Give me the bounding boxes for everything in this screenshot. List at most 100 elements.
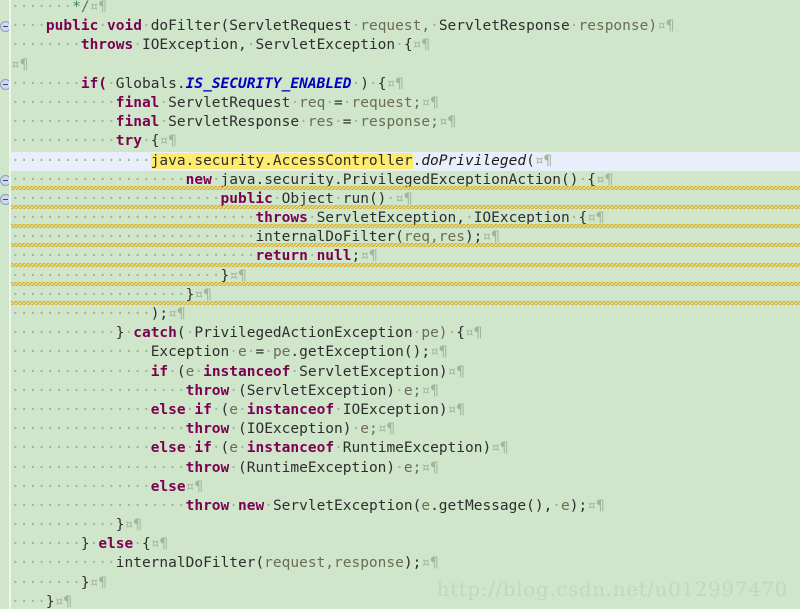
line-end-marker: ¤¶ [194, 286, 212, 303]
code-token: · [168, 363, 177, 380]
code-token: = [334, 94, 343, 111]
indent-whitespace: ············ [11, 114, 116, 131]
code-token: request, [360, 18, 431, 35]
code-line[interactable]: ················else·if·(e·instanceof·Ru… [11, 439, 800, 458]
code-token: if [194, 440, 212, 457]
code-token: · [395, 37, 404, 54]
indent-whitespace: ············ [11, 325, 116, 342]
code-token: ; [351, 248, 361, 265]
indent-whitespace: ············ [11, 133, 116, 150]
code-token: req [299, 94, 326, 111]
code-line[interactable]: ····public·void·doFilter(ServletRequest·… [11, 17, 800, 36]
code-token: e [238, 344, 247, 361]
code-line[interactable]: ························public·Object·ru… [0, 190, 800, 210]
code-token: · [141, 18, 151, 35]
code-line[interactable]: ····························throws·Servl… [0, 209, 800, 229]
code-token: ); [403, 555, 422, 572]
line-end-marker: ¤¶ [124, 517, 142, 534]
code-line[interactable]: ············final·ServletResponse·res·=·… [11, 113, 800, 132]
code-line[interactable]: ········if(·Globals.IS_SECURITY_ENABLED·… [11, 75, 800, 94]
code-line[interactable]: ············try·{¤¶ [11, 132, 800, 151]
code-line[interactable]: ········throws·IOException,·ServletExcep… [11, 36, 800, 55]
code-token: IOException [473, 210, 570, 227]
line-end-marker: ¤¶ [482, 229, 500, 246]
code-token: · [430, 18, 439, 35]
code-token: void [107, 18, 142, 35]
code-line[interactable]: ····························internalDoFi… [0, 228, 800, 248]
indent-whitespace: ························ [11, 267, 221, 284]
code-line[interactable]: ················java.security.AccessCont… [0, 151, 800, 171]
indent-whitespace: ················ [11, 344, 151, 361]
code-line[interactable]: ················else¤¶ [11, 478, 800, 497]
code-line[interactable]: ····························return·null;… [0, 247, 800, 267]
code-line[interactable]: ························}¤¶ [0, 267, 800, 286]
code-token: throw [185, 497, 230, 514]
code-line[interactable]: ····················throw·(IOException)·… [11, 420, 800, 439]
code-token: · [334, 440, 343, 457]
code-token: final [115, 114, 160, 131]
code-token: request; [351, 94, 422, 111]
code-token: · [386, 190, 396, 207]
code-token: · [307, 210, 317, 227]
line-end-marker: ¤¶ [421, 94, 439, 111]
code-token: { [587, 171, 596, 188]
line-end-marker: ¤¶ [386, 75, 404, 92]
code-token: response; [360, 114, 439, 131]
code-token: ServletException, [316, 210, 465, 227]
code-token: · [211, 440, 221, 457]
code-line[interactable]: ········}·else·{¤¶ [11, 535, 800, 554]
code-token: ( [176, 325, 186, 342]
code-token: throws [80, 37, 134, 54]
code-editor[interactable]: ·······*/¤¶ ····public·void·doFilter(Serv… [0, 0, 800, 609]
code-token: · [229, 344, 238, 361]
code-line[interactable]: ············final·ServletRequest·req·=·r… [11, 94, 800, 113]
code-token: } [220, 267, 230, 284]
line-end-marker: ¤¶ [168, 306, 186, 322]
code-token: pe [272, 344, 291, 361]
code-area[interactable]: ·······*/¤¶ ····public·void·doFilter(Serv… [0, 0, 800, 609]
code-token: e [421, 497, 431, 514]
code-token: req,res [403, 229, 465, 246]
code-token: ); [464, 229, 483, 246]
code-token: · [395, 382, 404, 399]
code-line[interactable]: ·······*/¤¶ [11, 0, 800, 17]
code-line[interactable]: ····················throw·(RuntimeExcept… [11, 459, 800, 478]
code-token: · [159, 94, 169, 111]
code-line[interactable]: ············internalDoFilter(request,res… [11, 554, 800, 573]
code-line[interactable]: ················else·if·(e·instanceof·IO… [11, 401, 800, 420]
code-token: · [447, 325, 457, 342]
code-token: throw [185, 421, 230, 438]
fold-gutter[interactable] [0, 0, 11, 609]
code-token: IOException) [342, 401, 448, 418]
code-token: · [368, 75, 378, 92]
code-line[interactable]: ····················}¤¶ [0, 286, 800, 305]
code-line[interactable]: ················if·(e·instanceof·Servlet… [11, 363, 800, 382]
code-token: e; [403, 382, 422, 399]
code-line[interactable]: ············}·catch(·PrivilegedActionExc… [11, 324, 800, 343]
code-line[interactable]: ····················new·java.security.Pr… [0, 171, 800, 190]
indent-whitespace: ···························· [11, 229, 256, 246]
code-line[interactable]: ····················throw·new·ServletExc… [11, 497, 800, 516]
indent-whitespace: ················ [11, 152, 151, 169]
line-end-marker: ¤¶ [89, 0, 108, 15]
code-line[interactable]: ············}¤¶ [11, 516, 800, 535]
code-token: · [159, 114, 169, 131]
code-token: · [133, 37, 142, 54]
code-line[interactable]: ····················throw·(ServletExcept… [11, 382, 800, 401]
code-token: PrivilegedActionException [194, 325, 413, 342]
code-token: .getMessage(), [430, 497, 553, 514]
code-line[interactable]: ················Exception·e·=·pe.getExce… [11, 343, 800, 362]
code-line[interactable]: ················);¤¶ [11, 305, 800, 324]
code-token: public [220, 190, 273, 207]
code-token: } [45, 593, 55, 609]
code-token: final [115, 94, 160, 111]
indent-whitespace: ········ [11, 37, 81, 54]
line-end-marker: ¤¶ [412, 37, 431, 54]
code-token: doFilter(ServletRequest [150, 18, 352, 35]
line-end-marker: ¤¶ [185, 478, 204, 495]
code-token: } [115, 517, 125, 534]
line-end-marker: ¤¶ [421, 555, 439, 572]
code-token: else [150, 478, 186, 495]
code-token: · [552, 497, 562, 514]
code-line[interactable]: ¤¶ [11, 56, 800, 75]
